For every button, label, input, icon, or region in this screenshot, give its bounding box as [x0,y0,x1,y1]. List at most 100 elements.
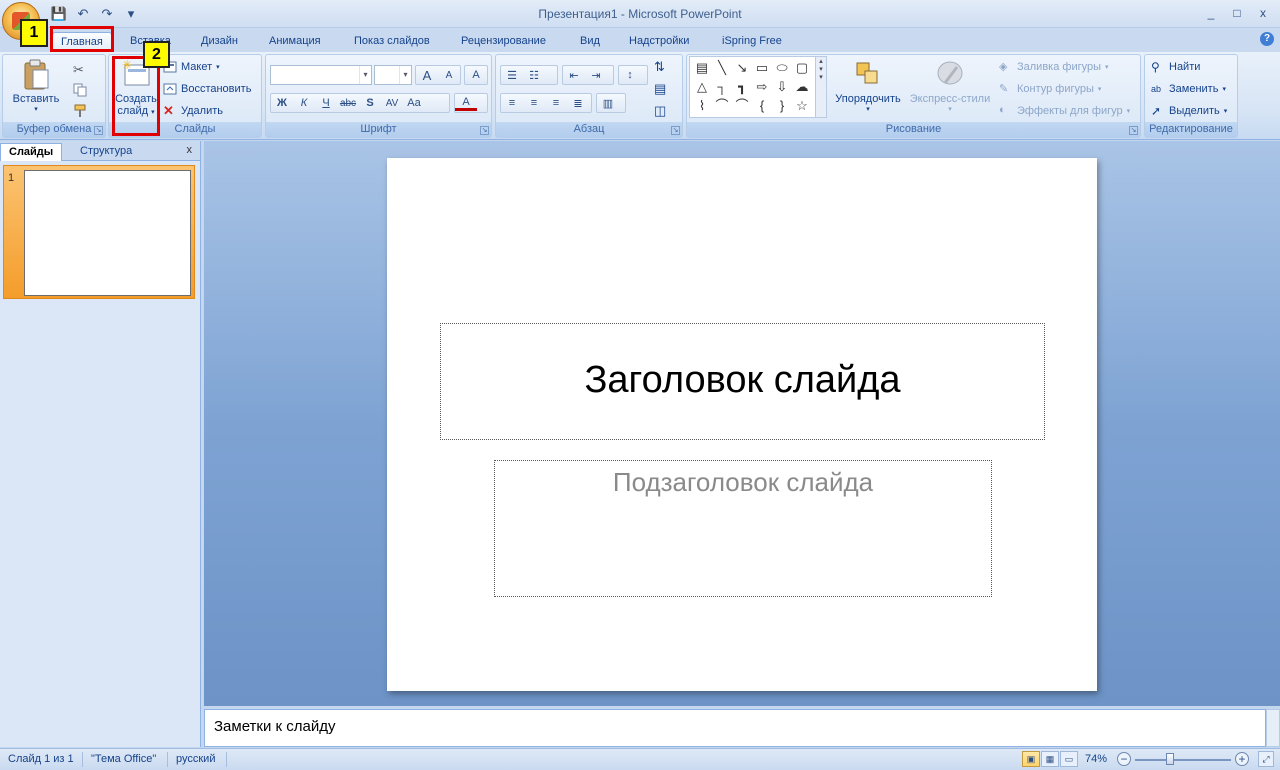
delete-slide-button[interactable]: ✕ Удалить [163,101,223,121]
shadow-button[interactable]: S [359,97,381,109]
close-button[interactable]: x [1252,4,1274,22]
tab-view[interactable]: Вид [572,32,608,52]
curve-shape-icon[interactable]: ⌒ [714,98,730,114]
cloud-shape-icon[interactable]: ☁ [794,79,810,95]
zoom-level[interactable]: 74% [1085,753,1107,765]
notes-scrollbar[interactable] [1266,709,1280,747]
font-family-combo[interactable]: ▾ [270,65,372,85]
underline-button[interactable]: Ч [315,97,337,109]
strikethrough-button[interactable]: abc [337,98,359,109]
right-brace-shape-icon[interactable]: } [774,98,790,114]
elbow-arrow-shape-icon[interactable]: ┓ [734,79,750,95]
arrange-button[interactable]: Упорядочить ▾ [833,59,903,113]
bullets-icon[interactable]: ☰ [501,69,523,82]
align-right-icon[interactable]: ≡ [545,97,567,109]
arrow-line-shape-icon[interactable]: ↘ [734,60,750,76]
star-shape-icon[interactable]: ☆ [794,98,810,114]
font-launcher-icon[interactable]: ↘ [480,126,489,135]
drawing-launcher-icon[interactable]: ↘ [1129,126,1138,135]
tab-ispring[interactable]: iSpring Free [714,32,790,52]
smartart-button[interactable]: ◫ [654,101,666,121]
font-color-button[interactable]: A [454,93,488,113]
justify-icon[interactable]: ≣ [567,97,589,110]
down-arrow-shape-icon[interactable]: ⇩ [774,79,790,95]
right-arrow-shape-icon[interactable]: ⇨ [754,79,770,95]
slide-sorter-view-icon[interactable]: ▦ [1041,751,1059,767]
tab-outline[interactable]: Структура [72,143,140,161]
zoom-slider-track[interactable] [1135,759,1231,761]
tab-addins[interactable]: Надстройки [621,32,697,52]
align-left-icon[interactable]: ≡ [501,97,523,109]
paragraph-launcher-icon[interactable]: ↘ [671,126,680,135]
grow-font-button[interactable]: A [416,68,438,83]
clear-formatting-button[interactable]: A [464,65,488,85]
paint-bucket-icon: ◈ [999,61,1008,73]
tab-design[interactable]: Дизайн [193,32,246,52]
align-text-button[interactable]: ▤ [654,79,666,99]
textbox-shape-icon[interactable]: ▤ [694,60,710,76]
numbering-icon[interactable]: ☷ [523,69,545,82]
elbow-connector-shape-icon[interactable]: ┐ [714,79,730,95]
reset-button[interactable]: Восстановить [163,79,251,99]
rounded-rect-shape-icon[interactable]: ▢ [794,60,810,76]
font-family-dropdown-icon[interactable]: ▾ [359,66,371,84]
format-painter-button[interactable] [73,101,87,121]
close-pane-icon[interactable]: x [187,144,193,156]
zoom-out-icon[interactable]: − [1117,752,1131,766]
tab-slides[interactable]: Слайды [0,143,63,161]
theme-name[interactable]: "Тема Office" [91,753,156,765]
shrink-font-button[interactable]: A [438,70,460,81]
change-case-button[interactable]: Aa [403,97,425,109]
text-direction-button[interactable]: ⇅ [654,57,665,77]
minimize-button[interactable]: _ [1200,4,1222,22]
find-button[interactable]: ⚲ Найти [1151,57,1200,77]
slide-canvas[interactable]: Заголовок слайда Подзаголовок слайда [387,158,1097,691]
subtitle-placeholder[interactable]: Подзаголовок слайда [494,460,992,597]
line-spacing-button[interactable]: ↕ [618,65,648,85]
layout-button[interactable]: Макет ▾ [163,57,220,77]
tab-slideshow[interactable]: Показ слайдов [346,32,438,52]
font-size-dropdown-icon[interactable]: ▾ [399,66,411,84]
increase-indent-icon[interactable]: ⇥ [585,69,607,82]
copy-button[interactable] [73,80,87,100]
slideshow-view-icon[interactable]: ▭ [1060,751,1078,767]
cut-button[interactable]: ✂ [73,59,87,79]
fit-to-window-icon[interactable]: ⤢ [1258,751,1274,767]
zoom-in-icon[interactable]: + [1235,752,1249,766]
help-icon[interactable]: ? [1260,32,1274,46]
maximize-button[interactable]: □ [1226,4,1248,22]
char-spacing-button[interactable]: AV [381,98,403,109]
oval-shape-icon[interactable]: ⬭ [774,60,790,76]
arc-shape-icon[interactable]: ⌒ [734,98,750,114]
brace-shape-icon[interactable]: { [754,98,770,114]
replace-button[interactable]: ab Заменить ▾ [1151,79,1226,99]
clipboard-launcher-icon[interactable]: ↘ [94,126,103,135]
tab-animation[interactable]: Анимация [261,32,329,52]
italic-button[interactable]: К [293,97,315,109]
zoom-slider-thumb[interactable] [1166,753,1174,765]
shape-fill-button[interactable]: ◈ Заливка фигуры ▾ [999,57,1109,77]
shape-outline-button[interactable]: ✎ Контур фигуры ▾ [999,79,1101,99]
decrease-indent-icon[interactable]: ⇤ [563,69,585,82]
tab-review[interactable]: Рецензирование [453,32,554,52]
freeform-shape-icon[interactable]: ⌇ [694,98,710,114]
quick-styles-button[interactable]: Экспресс-стили ▾ [907,59,993,113]
notes-pane[interactable]: Заметки к слайду [204,709,1266,747]
title-placeholder[interactable]: Заголовок слайда [440,323,1045,440]
triangle-shape-icon[interactable]: △ [694,79,710,95]
bold-button[interactable]: Ж [271,97,293,109]
rectangle-shape-icon[interactable]: ▭ [754,60,770,76]
layout-dropdown-icon: ▾ [216,64,220,71]
font-size-combo[interactable]: ▾ [374,65,412,85]
align-center-icon[interactable]: ≡ [523,97,545,109]
slide-number: 1 [8,172,15,184]
select-button[interactable]: ➚ Выделить ▾ [1151,101,1227,121]
slide-thumbnail-1[interactable]: 1 [3,165,195,299]
language-indicator[interactable]: русский [176,753,215,765]
shapes-gallery-scroll[interactable]: ▴ ▾ ▾ [815,56,827,118]
columns-button[interactable]: ▥ [596,93,626,113]
normal-view-icon[interactable]: ▣ [1022,751,1040,767]
line-shape-icon[interactable]: ╲ [714,60,730,76]
paste-button[interactable]: Вставить ▾ [11,59,61,113]
shape-effects-button[interactable]: ◐ Эффекты для фигур ▾ [999,101,1130,121]
